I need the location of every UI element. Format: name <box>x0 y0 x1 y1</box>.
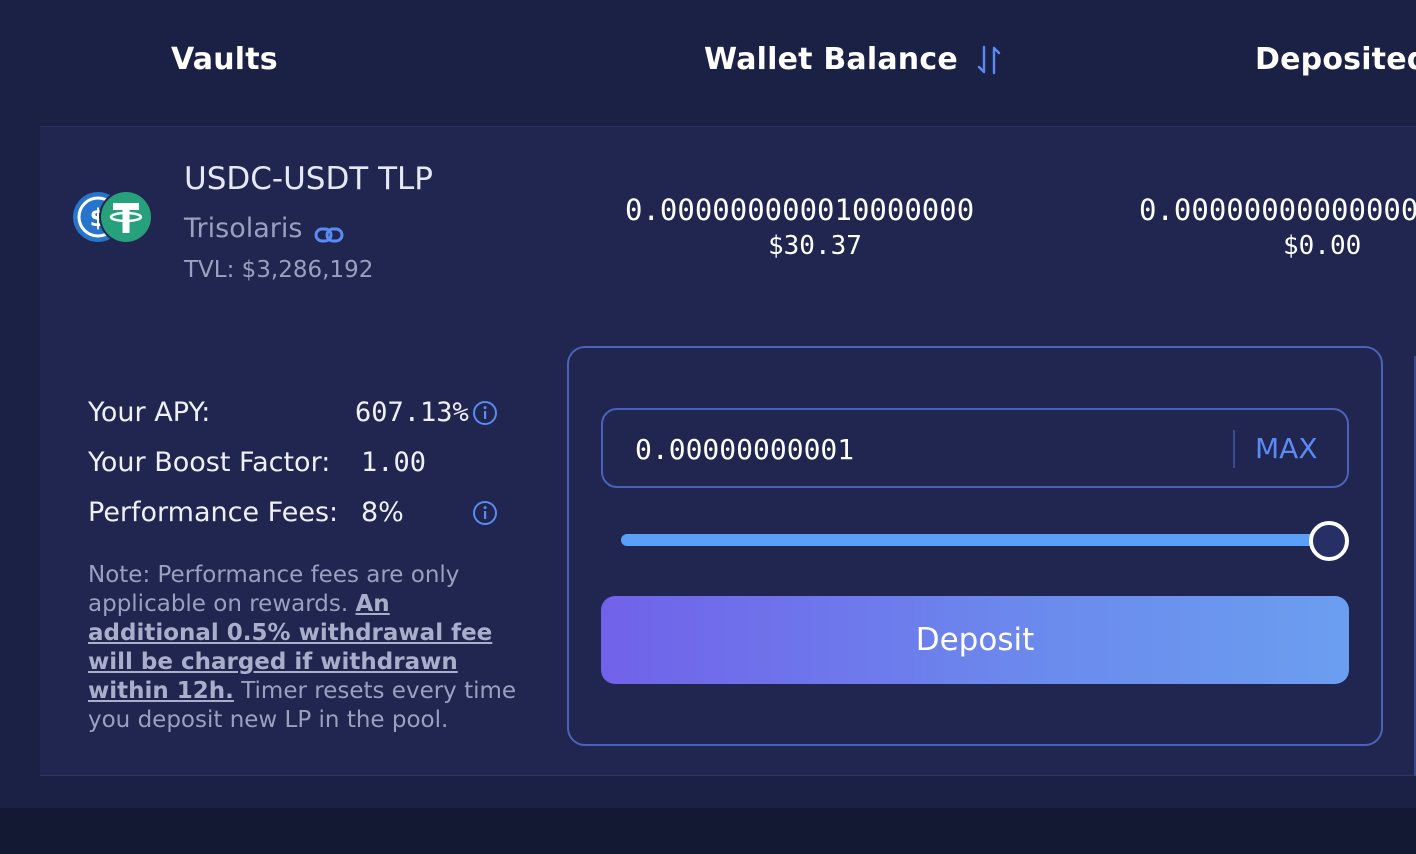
deposit-amount-input[interactable] <box>633 410 1217 488</box>
apy-value: 607.13% <box>355 397 469 428</box>
deposit-button[interactable]: Deposit <box>601 596 1349 684</box>
amount-input-wrapper: MAX <box>601 408 1349 488</box>
deposit-form: MAX Deposit <box>567 346 1383 746</box>
fee-note: Note: Performance fees are only applicab… <box>88 561 518 735</box>
max-button[interactable]: MAX <box>1255 432 1318 465</box>
vault-name: USDC-USDT TLP <box>184 161 433 197</box>
provider-name: Trisolaris <box>184 213 303 244</box>
wallet-balance-usd: $30.37 <box>768 231 862 261</box>
performance-fees-label: Performance Fees: <box>88 497 339 528</box>
fee-note-prefix: Note: Performance fees are only applicab… <box>88 562 460 617</box>
vaults-page: Vaults Wallet Balance Deposited $ USDC-U… <box>0 0 1416 808</box>
header-vaults: Vaults <box>171 42 278 77</box>
header-deposited: Deposited <box>1255 42 1416 77</box>
vault-provider-link[interactable]: Trisolaris <box>184 213 344 244</box>
fees-info-icon[interactable] <box>472 500 498 526</box>
sort-arrows-icon[interactable] <box>976 45 1002 75</box>
performance-fees-value: 8% <box>361 497 404 528</box>
input-divider <box>1233 430 1235 468</box>
token-pair-logos: $ <box>72 189 156 245</box>
usdt-icon <box>99 190 153 244</box>
deposited-amount: 0.000000000000000000 <box>1139 193 1416 227</box>
vault-tvl: TVL: $3,286,192 <box>184 257 374 283</box>
deposited-usd: $0.00 <box>1283 231 1362 261</box>
boost-factor-label: Your Boost Factor: <box>88 447 331 478</box>
boost-factor-value: 1.00 <box>361 447 427 478</box>
footer-band <box>0 808 1416 854</box>
link-icon[interactable] <box>314 220 344 242</box>
header-wallet-balance-label: Wallet Balance <box>704 42 958 77</box>
wallet-balance-amount: 0.000000000010000000 <box>625 193 975 227</box>
vault-row: $ USDC-USDT TLP Trisolaris TVL: $3,286,1… <box>40 126 1416 776</box>
apy-info-icon[interactable] <box>472 400 498 426</box>
amount-slider-track[interactable] <box>621 534 1327 546</box>
header-wallet-balance[interactable]: Wallet Balance <box>704 42 1002 77</box>
amount-slider-thumb[interactable] <box>1309 521 1349 561</box>
apy-label: Your APY: <box>88 397 211 428</box>
